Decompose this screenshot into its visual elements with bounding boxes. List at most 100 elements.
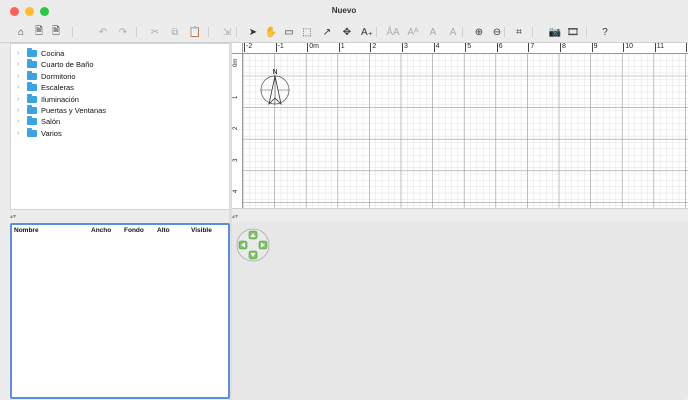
text-style-icon[interactable]: ǺA: [386, 25, 400, 39]
toolbar-separator: [586, 27, 587, 37]
paste-icon[interactable]: 📋: [188, 25, 202, 39]
catalog-category-label: Salón: [41, 117, 61, 127]
video-icon[interactable]: 🎞: [566, 25, 580, 39]
toolbar-separator: [462, 27, 463, 37]
catalog-category[interactable]: › Dormitorio: [17, 70, 76, 82]
ruler-tick-label: 4: [233, 190, 239, 194]
column-alto[interactable]: Alto: [157, 227, 170, 234]
folder-icon: [27, 59, 37, 69]
compass-rose[interactable]: N: [258, 67, 292, 109]
plan-splitter[interactable]: ▴▾: [232, 213, 688, 220]
ruler-tick-label: 0m: [307, 43, 319, 52]
toolbar-separator: [504, 27, 505, 37]
redo-icon[interactable]: ↷: [116, 25, 130, 39]
expand-chevron-icon[interactable]: ›: [17, 61, 23, 68]
toolbar-separator: [236, 27, 237, 37]
ruler-tick-label: 4: [433, 43, 440, 52]
expand-chevron-icon[interactable]: ›: [17, 118, 23, 125]
expand-chevron-icon[interactable]: ›: [17, 107, 23, 114]
catalog-category[interactable]: › Puertas y Ventanas: [17, 105, 106, 116]
bold-icon[interactable]: A: [426, 25, 440, 39]
ruler-tick-label: 0m: [233, 58, 239, 67]
zoom-out-icon[interactable]: ⊖: [490, 25, 504, 39]
plan-corner: [232, 43, 243, 54]
expand-chevron-icon[interactable]: ›: [17, 84, 23, 91]
ruler-tick-label: 5: [465, 43, 472, 52]
italic-icon[interactable]: A: [446, 25, 460, 39]
column-nombre[interactable]: Nombre: [14, 227, 39, 234]
ruler-tick-label: 1: [233, 95, 239, 99]
catalog-category-label: Dormitorio: [41, 71, 76, 81]
ruler-tick-label: 3: [402, 43, 408, 52]
catalog-category-label: Escaleras: [41, 83, 74, 93]
ruler-tick-label: 6: [496, 43, 503, 52]
furniture-list-header: Nombre Ancho Fondo Alto Visible: [12, 225, 228, 236]
folder-icon: [27, 82, 37, 92]
catalog-category-label: Puertas y Ventanas: [41, 106, 107, 115]
catalog-category-label: Varios: [41, 128, 62, 138]
left-margin: [0, 43, 10, 400]
catalog-category[interactable]: › Escaleras: [17, 82, 74, 93]
select-icon[interactable]: ➤: [246, 25, 260, 39]
ruler-tick-label: 8: [560, 43, 566, 52]
ruler-tick-label: 1: [338, 43, 345, 52]
furniture-list[interactable]: Nombre Ancho Fondo Alto Visible: [10, 223, 230, 399]
create-polylines-icon[interactable]: ↗: [320, 25, 334, 39]
expand-chevron-icon[interactable]: ›: [17, 96, 23, 103]
zoom-in-icon[interactable]: ⊕: [472, 25, 486, 39]
pan-icon[interactable]: ✋: [264, 25, 278, 39]
ruler-tick-label: -1: [275, 43, 284, 52]
help-icon[interactable]: ?: [598, 25, 612, 39]
toolbar: ⌂ 🗎 🗎 ↶ ↷ ✂ ⧉ 📋 ⇲ ➤ ✋ ▭ ⬚ ↗ ✥ A₊ ǺA Aᴬ A A ⊕ ⊖ ⌗ 📷 🎞?: [0, 22, 688, 43]
horizontal-ruler: -2-10m123456789101112: [242, 43, 688, 54]
catalog-splitter[interactable]: ▴▾: [10, 213, 229, 220]
save-icon[interactable]: 🗎: [49, 25, 63, 39]
expand-chevron-icon[interactable]: ›: [17, 130, 23, 137]
create-rooms-icon[interactable]: ⬚: [300, 25, 314, 39]
catalog-category[interactable]: › Salón: [17, 116, 60, 127]
toolbar-separator: [136, 27, 137, 37]
folder-icon: [27, 70, 37, 80]
plan-view[interactable]: -2-10m123456789101112 0m1234 N: [232, 43, 688, 209]
create-dimensions-icon[interactable]: ✥: [340, 25, 354, 39]
expand-chevron-icon[interactable]: ›: [17, 50, 23, 57]
navigation-control[interactable]: [236, 228, 270, 262]
cut-icon[interactable]: ✂: [148, 25, 162, 39]
catalog-category[interactable]: › Iluminación: [17, 93, 79, 105]
toolbar-separator: [72, 27, 73, 37]
column-fondo[interactable]: Fondo: [124, 227, 144, 234]
toolbar-separator: [208, 27, 209, 37]
ruler-tick-label: 2: [233, 126, 239, 131]
new-home-icon[interactable]: ⌂: [14, 25, 28, 39]
create-walls-icon[interactable]: ▭: [282, 25, 296, 39]
catalog-category[interactable]: › Cocina: [17, 48, 64, 59]
catalog-category[interactable]: › Cuarto de Baño: [17, 59, 94, 70]
undo-icon[interactable]: ↶: [96, 25, 110, 39]
title-bar: Nuevo: [0, 0, 688, 22]
ruler-tick-label: 11: [654, 43, 665, 52]
expand-chevron-icon[interactable]: ›: [17, 73, 23, 80]
compass-north-label: N: [272, 69, 277, 76]
catalog-category-label: Iluminación: [41, 94, 79, 104]
column-ancho[interactable]: Ancho: [91, 227, 111, 234]
ruler-tick-label: 3: [233, 158, 239, 162]
folder-icon: [27, 93, 37, 103]
add-text-icon[interactable]: A₊: [360, 25, 374, 39]
copy-icon[interactable]: ⧉: [168, 25, 182, 39]
folder-icon: [27, 116, 37, 126]
toolbar-separator: [532, 27, 533, 37]
plan-grid: [232, 43, 688, 208]
3d-view[interactable]: [232, 222, 688, 400]
ruler-tick-label: -2: [244, 43, 253, 52]
toolbar-separator: [376, 27, 377, 37]
open-icon[interactable]: 🗎: [32, 25, 46, 39]
catalog-category[interactable]: › Varios: [17, 127, 62, 139]
create-photo-icon[interactable]: ⌗: [512, 25, 526, 39]
add-furniture-icon[interactable]: ⇲: [220, 25, 234, 39]
catalog-category-label: Cocina: [41, 49, 65, 58]
folder-icon: [27, 105, 37, 114]
folder-icon: [27, 127, 37, 137]
column-visible[interactable]: Visible: [191, 227, 212, 234]
camera-icon[interactable]: 📷: [548, 25, 562, 39]
text-size-icon[interactable]: Aᴬ: [406, 25, 420, 39]
